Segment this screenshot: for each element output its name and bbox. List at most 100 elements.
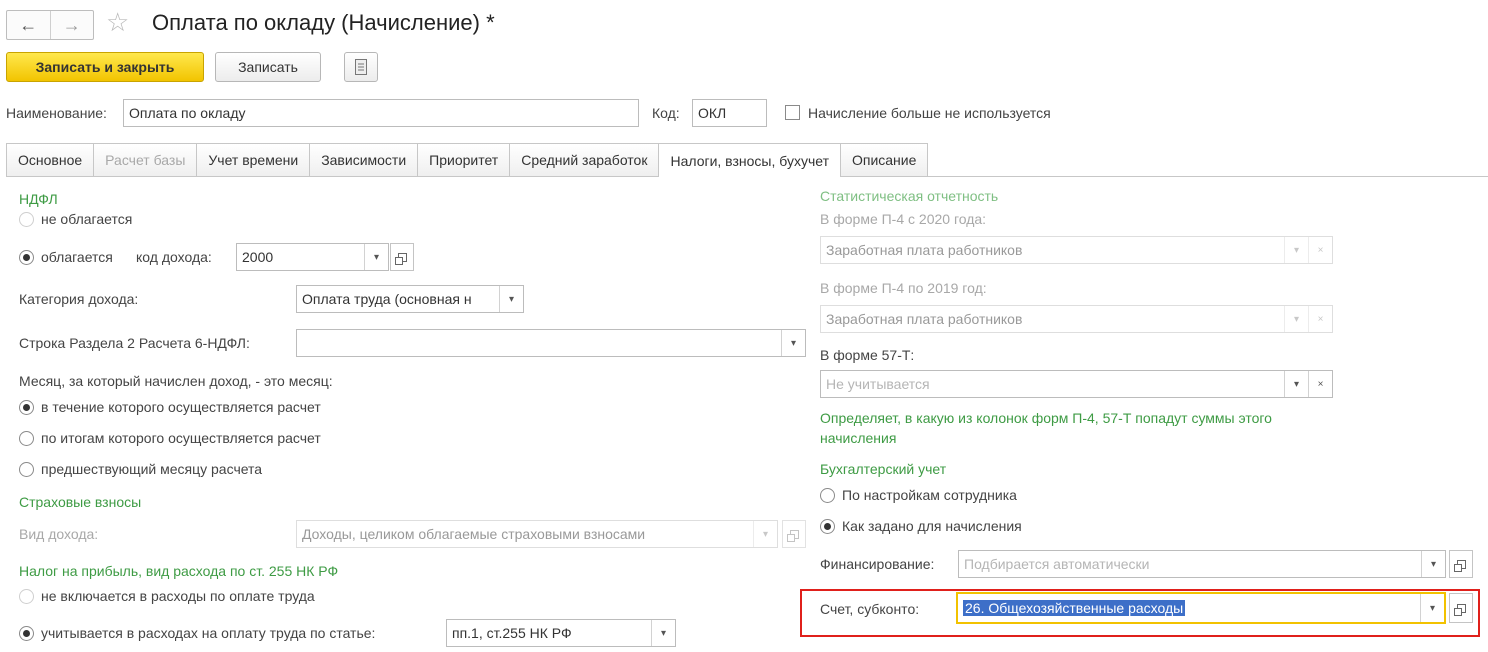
ndfl-row-label: Строка Раздела 2 Расчета 6-НДФЛ: xyxy=(19,335,250,351)
f57-field[interactable]: Не учитывается ▾ × xyxy=(820,370,1333,398)
radio-circle xyxy=(19,625,34,641)
dropdown-arrow-icon[interactable]: ▾ xyxy=(1284,371,1308,397)
income-type-field[interactable]: Доходы, целиком облагаемые страховыми вз… xyxy=(296,520,778,548)
tab-priority[interactable]: Приоритет xyxy=(417,143,511,176)
account-value-wrap: 26. Общехозяйственные расходы xyxy=(958,600,1420,616)
name-value: Оплата по окладу xyxy=(129,105,246,121)
more-actions-button[interactable] xyxy=(344,52,378,82)
open-form-icon xyxy=(1453,559,1466,572)
save-and-close-button[interactable]: Записать и закрыть xyxy=(6,52,204,82)
radio-month-result[interactable]: по итогам которого осуществляется расчет xyxy=(19,427,321,449)
month-question-label: Месяц, за который начислен доход, - это … xyxy=(19,373,333,389)
dropdown-arrow-icon[interactable]: ▾ xyxy=(1420,594,1444,622)
p4-2020-label: В форме П-4 с 2020 года: xyxy=(820,211,987,227)
radio-circle xyxy=(19,430,34,446)
open-form-icon xyxy=(1453,603,1466,616)
radio-not-included[interactable]: не включается в расходы по оплате труда xyxy=(19,585,315,607)
radio-circle xyxy=(19,588,34,604)
radio-month-current[interactable]: в течение которого осуществляется расчет xyxy=(19,396,321,418)
code-field[interactable]: ОКЛ xyxy=(692,99,767,127)
radio-circle xyxy=(19,461,34,477)
radio-month-previous-label: предшествующий месяцу расчета xyxy=(41,461,263,477)
dropdown-arrow-icon[interactable]: ▾ xyxy=(364,244,388,270)
open-form-icon xyxy=(394,252,407,265)
tab-time-tracking[interactable]: Учет времени xyxy=(196,143,311,176)
income-code-value: 2000 xyxy=(242,249,274,265)
radio-acc-as-set[interactable]: Как задано для начисления xyxy=(820,515,1022,537)
financing-label: Финансирование: xyxy=(820,556,935,572)
income-type-label: Вид дохода: xyxy=(19,526,99,542)
dropdown-arrow-icon[interactable]: ▾ xyxy=(753,521,777,547)
page-title: Оплата по окладу (Начисление) * xyxy=(152,10,495,35)
tab-description[interactable]: Описание xyxy=(839,143,929,176)
dropdown-arrow-icon[interactable]: ▾ xyxy=(1284,237,1308,263)
radio-taxed[interactable]: облагается xyxy=(19,246,113,268)
tab-main[interactable]: Основное xyxy=(6,143,95,176)
save-button[interactable]: Записать xyxy=(215,52,321,82)
clear-icon[interactable]: × xyxy=(1308,237,1332,263)
unused-checkbox[interactable] xyxy=(785,105,800,120)
radio-not-included-label: не включается в расходы по оплате труда xyxy=(41,588,315,604)
radio-not-taxed-label: не облагается xyxy=(41,211,133,227)
open-account-button[interactable] xyxy=(1449,593,1473,623)
radio-taxed-label: облагается xyxy=(41,249,113,265)
tab-average-earnings[interactable]: Средний заработок xyxy=(509,143,660,176)
f57-label: В форме 57-Т: xyxy=(820,347,915,363)
favorite-star-icon[interactable]: ☆ xyxy=(106,7,129,37)
ndfl-section-title: НДФЛ xyxy=(19,191,58,207)
account-field[interactable]: 26. Общехозяйственные расходы ▾ xyxy=(956,592,1446,624)
radio-acc-by-employee[interactable]: По настройкам сотрудника xyxy=(820,484,1017,506)
dropdown-arrow-icon[interactable]: ▾ xyxy=(781,330,805,356)
dropdown-arrow-icon[interactable]: ▾ xyxy=(1421,551,1445,577)
tab-taxes-accounting[interactable]: Налоги, взносы, бухучет xyxy=(658,143,841,177)
clear-icon[interactable]: × xyxy=(1308,306,1332,332)
history-nav: ← → xyxy=(6,10,94,40)
dropdown-arrow-icon[interactable]: ▾ xyxy=(499,286,523,312)
tab-base-calculation[interactable]: Расчет базы xyxy=(93,143,198,176)
radio-included-label: учитывается в расходах на оплату труда п… xyxy=(41,625,376,641)
p4-2020-value: Заработная плата работников xyxy=(826,242,1023,258)
f57-placeholder: Не учитывается xyxy=(826,376,930,392)
forward-arrow-icon[interactable]: → xyxy=(49,11,94,39)
dropdown-arrow-icon[interactable]: ▾ xyxy=(651,620,675,646)
radio-month-result-label: по итогам которого осуществляется расчет xyxy=(41,430,321,446)
income-code-label: код дохода: xyxy=(136,249,212,265)
name-label: Наименование: xyxy=(6,105,107,121)
p4-2019-field[interactable]: Заработная плата работников ▾ × xyxy=(820,305,1333,333)
radio-not-taxed[interactable]: не облагается xyxy=(19,208,132,230)
stat-section-title: Статистическая отчетность xyxy=(820,188,999,204)
income-category-field[interactable]: Оплата труда (основная н ▾ xyxy=(296,285,524,313)
radio-circle xyxy=(820,518,835,534)
back-arrow-icon[interactable]: ← xyxy=(7,11,50,39)
open-form-icon xyxy=(786,529,799,542)
radio-circle xyxy=(19,399,34,415)
name-field[interactable]: Оплата по окладу xyxy=(123,99,639,127)
radio-acc-as-set-label: Как задано для начисления xyxy=(842,518,1022,534)
radio-circle xyxy=(820,487,835,503)
income-type-value: Доходы, целиком облагаемые страховыми вз… xyxy=(302,526,646,542)
account-label: Счет, субконто: xyxy=(820,601,920,617)
tab-dependencies[interactable]: Зависимости xyxy=(309,143,419,176)
income-category-label: Категория дохода: xyxy=(19,291,139,307)
radio-included[interactable]: учитывается в расходах на оплату труда п… xyxy=(19,622,375,644)
expense-article-field[interactable]: пп.1, ст.255 НК РФ ▾ xyxy=(446,619,676,647)
clear-icon[interactable]: × xyxy=(1308,371,1332,397)
dropdown-arrow-icon[interactable]: ▾ xyxy=(1284,306,1308,332)
income-code-field[interactable]: 2000 ▾ xyxy=(236,243,389,271)
open-financing-button[interactable] xyxy=(1449,550,1473,578)
financing-field[interactable]: Подбирается автоматически ▾ xyxy=(958,550,1446,578)
radio-month-previous[interactable]: предшествующий месяцу расчета xyxy=(19,458,262,480)
radio-circle xyxy=(19,249,34,265)
financing-placeholder: Подбирается автоматически xyxy=(964,556,1150,572)
open-income-code-button[interactable] xyxy=(390,243,414,271)
profit-tax-section-title: Налог на прибыль, вид расхода по ст. 255… xyxy=(19,563,339,579)
stat-note: Определяет, в какую из колонок форм П-4,… xyxy=(820,410,1272,446)
insurance-section-title: Страховые взносы xyxy=(19,494,142,510)
p4-2020-field[interactable]: Заработная плата работников ▾ × xyxy=(820,236,1333,264)
code-label: Код: xyxy=(652,105,680,121)
radio-acc-by-employee-label: По настройкам сотрудника xyxy=(842,487,1017,503)
radio-circle xyxy=(19,211,34,227)
income-category-value: Оплата труда (основная н xyxy=(302,291,472,307)
open-income-type-button[interactable] xyxy=(782,520,806,548)
ndfl-row-field[interactable]: ▾ xyxy=(296,329,806,357)
